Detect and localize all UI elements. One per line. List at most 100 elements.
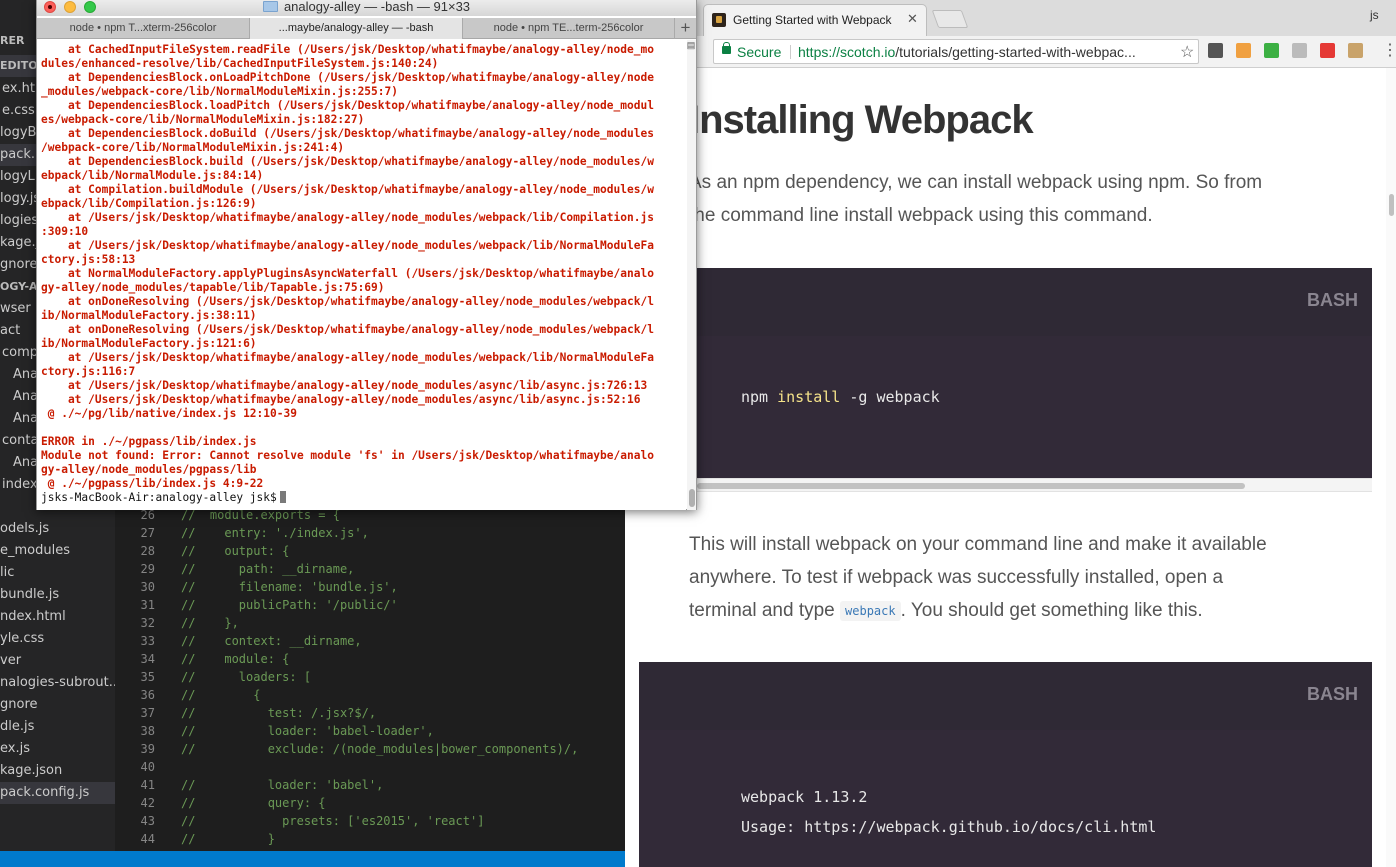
- new-tab-button[interactable]: [931, 10, 969, 28]
- explorer-file-item[interactable]: Ana: [0, 386, 38, 408]
- terminal-tab-3[interactable]: node • npm TE...term-256color: [463, 18, 675, 39]
- code-text[interactable]: webpack 1.13.2 Usage: https://webpack.git…: [741, 782, 1156, 842]
- profile-name[interactable]: js: [1370, 8, 1379, 22]
- terminal-error-line: at DependenciesBlock.onLoadPitchDone (/U…: [41, 71, 654, 84]
- explorer-file-item[interactable]: bundle.js: [0, 584, 59, 606]
- explorer-file-item[interactable]: odels.js: [0, 518, 49, 540]
- explorer-file-item[interactable]: lic: [0, 562, 14, 584]
- new-badge-ext-icon[interactable]: [1320, 43, 1335, 58]
- explorer-file-item[interactable]: kage.json: [0, 760, 62, 782]
- terminal-error-line: gy-alley/node_modules/tapable/lib/Tapabl…: [41, 281, 385, 294]
- close-tab-icon[interactable]: ✕: [907, 11, 918, 27]
- terminal-titlebar[interactable]: analogy-alley — -bash — 91×33: [37, 0, 696, 16]
- code-text[interactable]: npm install -g webpack: [741, 388, 940, 406]
- browser-tab-active[interactable]: Getting Started with Webpack ✕: [703, 4, 927, 36]
- palette-ext-icon[interactable]: [1348, 43, 1363, 58]
- explorer-file-item[interactable]: ex.js: [0, 738, 30, 760]
- code-line[interactable]: 33 // context: __dirname,: [115, 632, 362, 650]
- explorer-file-item[interactable]: index: [0, 474, 38, 496]
- code-line[interactable]: 44 // }: [115, 830, 275, 848]
- explorer-file-item[interactable]: Ana: [0, 364, 38, 386]
- terminal-error-line: at DependenciesBlock.loadPitch (/Users/j…: [41, 99, 654, 112]
- code-line[interactable]: 40: [115, 758, 181, 776]
- terminal-prompt-line[interactable]: jsks-MacBook-Air:analogy-alley jsk$: [41, 491, 286, 505]
- explorer-file-item[interactable]: nalogies-subrout...: [0, 672, 115, 694]
- paragraph-line: the command line install webpack using t…: [689, 205, 1153, 226]
- terminal-error-line: ib/NormalModuleFactory.js:121:6): [41, 337, 257, 350]
- code-line[interactable]: 29 // path: __dirname,: [115, 560, 355, 578]
- explorer-file-item[interactable]: Ana: [0, 452, 38, 474]
- code-line[interactable]: 43 // presets: ['es2015', 'react']: [115, 812, 485, 830]
- terminal-error-line: at CachedInputFileSystem.readFile (/User…: [41, 43, 654, 56]
- terminal-title-text: analogy-alley — -bash — 91×33: [283, 0, 471, 14]
- line-number: 30: [140, 580, 155, 594]
- scrollbar-thumb[interactable]: [697, 483, 1245, 489]
- terminal-error-line: at Compilation.buildModule (/Users/jsk/D…: [41, 183, 654, 196]
- explorer-file-item[interactable]: kage.j: [0, 232, 39, 254]
- close-window-button[interactable]: [44, 1, 56, 13]
- code-line[interactable]: 37 // test: /.jsx?$/,: [115, 704, 377, 722]
- code-line[interactable]: 31 // publicPath: '/public/': [115, 596, 398, 614]
- terminal-error-line: ib/NormalModuleFactory.js:38:11): [41, 309, 257, 322]
- minimize-window-button[interactable]: [64, 1, 76, 13]
- url-text[interactable]: https://scotch.io/tutorials/getting-star…: [798, 40, 1168, 64]
- new-terminal-tab-button[interactable]: +: [675, 18, 696, 39]
- scrollbar-thumb[interactable]: [689, 489, 695, 507]
- code-line[interactable]: 28 // output: {: [115, 542, 290, 560]
- bookmark-star-icon[interactable]: ☆: [1180, 42, 1194, 62]
- line-number: 43: [140, 814, 155, 828]
- explorer-file-item[interactable]: act: [0, 320, 20, 342]
- grid-ext-icon[interactable]: [1292, 43, 1307, 58]
- page-vertical-scrollbar[interactable]: [1386, 68, 1396, 867]
- explorer-file-item[interactable]: logies: [0, 210, 38, 232]
- terminal-error-line: /webpack-core/lib/NormalModuleMixin.js:2…: [41, 141, 345, 154]
- clipboard-orange-icon[interactable]: [1236, 43, 1251, 58]
- terminal-output[interactable]: at CachedInputFileSystem.readFile (/User…: [37, 40, 686, 510]
- explorer-file-item[interactable]: dle.js: [0, 716, 34, 738]
- explorer-file-item[interactable]: yle.css: [0, 628, 44, 650]
- explorer-file-item[interactable]: e_modules: [0, 540, 70, 562]
- code-line[interactable]: 27 // entry: './index.js',: [115, 524, 369, 542]
- code-line[interactable]: 41 // loader: 'babel',: [115, 776, 384, 794]
- explorer-file-item[interactable]: pack.config.js: [0, 782, 115, 804]
- explorer-file-item[interactable]: e.css: [0, 100, 35, 122]
- explorer-file-item[interactable]: ndex.html: [0, 606, 66, 628]
- cli-ext-icon[interactable]: [1208, 43, 1223, 58]
- web-page-content: Installing Webpack As an npm dependency,…: [625, 68, 1396, 867]
- explorer-file-item[interactable]: Ana: [0, 408, 38, 430]
- explorer-file-item[interactable]: gnore: [0, 694, 38, 716]
- code-line[interactable]: 42 // query: {: [115, 794, 326, 812]
- terminal-tab-1[interactable]: node • npm T...xterm-256color: [37, 18, 250, 39]
- code-line[interactable]: 39 // exclude: /(node_modules|bower_compo…: [115, 740, 579, 758]
- secure-label[interactable]: Secure: [737, 40, 781, 64]
- line-number: 37: [140, 706, 155, 720]
- browser-menu-icon[interactable]: ⋮: [1382, 40, 1396, 60]
- terminal-error-line: at /Users/jsk/Desktop/whatifmaybe/analog…: [41, 379, 648, 392]
- code-horizontal-scrollbar[interactable]: [639, 478, 1372, 492]
- explorer-file-item[interactable]: gnore: [0, 254, 38, 276]
- maximize-window-button[interactable]: [84, 1, 96, 13]
- address-bar[interactable]: Secure https://scotch.io/tutorials/getti…: [713, 39, 1199, 64]
- line-number: 31: [140, 598, 155, 612]
- explorer-file-item[interactable]: conta: [0, 430, 38, 452]
- explorer-section-header[interactable]: RER: [0, 30, 24, 52]
- code-line[interactable]: 34 // module: {: [115, 650, 290, 668]
- explorer-file-item[interactable]: logyB: [0, 122, 36, 144]
- terminal-error-line: gy-alley/node_modules/pgpass/lib: [41, 463, 257, 476]
- code-line[interactable]: 36 // {: [115, 686, 261, 704]
- terminal-split-icon[interactable]: ▤: [686, 40, 696, 51]
- terminal-scrollbar[interactable]: [687, 40, 696, 510]
- explorer-file-item[interactable]: ver: [0, 650, 21, 672]
- code-line[interactable]: 32 // },: [115, 614, 239, 632]
- explorer-file-item[interactable]: logy.js: [0, 188, 40, 210]
- terminal-tab-2[interactable]: ...maybe/analogy-alley — -bash: [250, 18, 463, 39]
- explorer-file-item[interactable]: logyL: [0, 166, 35, 188]
- code-line[interactable]: 35 // loaders: [: [115, 668, 312, 686]
- line-number: 32: [140, 616, 155, 630]
- explorer-file-item[interactable]: wser: [0, 298, 31, 320]
- clipboard-green-icon[interactable]: [1264, 43, 1279, 58]
- scrollbar-thumb[interactable]: [1389, 194, 1394, 216]
- code-line[interactable]: 30 // filename: 'bundle.js',: [115, 578, 398, 596]
- code-line[interactable]: 38 // loader: 'babel-loader',: [115, 722, 434, 740]
- explorer-file-item[interactable]: comp: [0, 342, 38, 364]
